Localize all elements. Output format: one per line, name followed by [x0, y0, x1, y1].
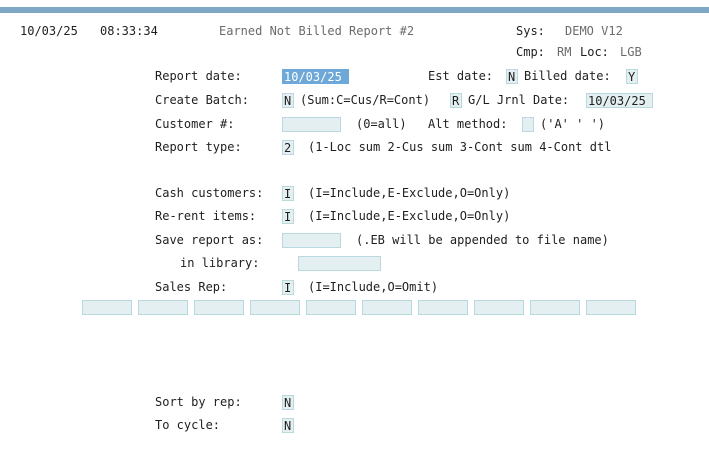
create-batch-hint: (Sum:C=Cus/R=Cont) [300, 93, 431, 107]
save-report-field[interactable] [282, 233, 341, 248]
rep-code-field[interactable] [474, 300, 524, 315]
sales-rep-field[interactable]: I [282, 280, 294, 295]
sales-rep-hint: (I=Include,O=Omit) [308, 280, 439, 294]
rep-code-field[interactable] [586, 300, 636, 315]
rep-code-field[interactable] [138, 300, 188, 315]
sys-value: DEMO V12 [565, 24, 623, 38]
customer-field[interactable] [282, 117, 341, 132]
create-batch-label: Create Batch: [155, 93, 249, 107]
cmp-value: RM [557, 45, 572, 59]
sum-code-field[interactable]: R [450, 93, 462, 108]
report-type-label: Report type: [155, 140, 242, 154]
est-date-field[interactable]: N [506, 69, 518, 84]
cash-customers-label: Cash customers: [155, 186, 264, 200]
save-report-hint: (.EB will be appended to file name) [356, 233, 609, 247]
loc-label: Loc: [580, 45, 609, 59]
cash-customers-hint: (I=Include,E-Exclude,O=Only) [308, 186, 511, 200]
report-date-field[interactable]: 10/03/25 [282, 69, 349, 84]
gl-jrnl-date-field[interactable]: 10/03/25 [586, 93, 653, 108]
rep-code-field[interactable] [418, 300, 468, 315]
header-time: 08:33:34 [100, 24, 158, 38]
rep-code-field[interactable] [530, 300, 580, 315]
rep-code-field[interactable] [250, 300, 300, 315]
rerent-items-label: Re-rent items: [155, 209, 257, 223]
gl-jrnl-date-label: G/L Jrnl Date: [468, 93, 570, 107]
rep-code-field[interactable] [194, 300, 244, 315]
report-title: Earned Not Billed Report #2 [219, 24, 415, 38]
to-cycle-label: To cycle: [155, 418, 221, 432]
sort-by-rep-label: Sort by rep: [155, 395, 242, 409]
sort-by-rep-field[interactable]: N [282, 395, 294, 410]
cmp-label: Cmp: [516, 45, 545, 59]
library-field[interactable] [298, 256, 381, 271]
alt-method-field[interactable] [522, 117, 534, 132]
header-date: 10/03/25 [20, 24, 78, 38]
customer-hint: (0=all) [356, 117, 407, 131]
window-top-bar [0, 7, 709, 13]
rep-code-field[interactable] [306, 300, 356, 315]
report-date-label: Report date: [155, 69, 242, 83]
library-label: in library: [180, 256, 260, 270]
report-type-field[interactable]: 2 [282, 140, 294, 155]
sales-rep-label: Sales Rep: [155, 280, 228, 294]
save-report-label: Save report as: [155, 233, 264, 247]
report-type-hint: (1-Loc sum 2-Cus sum 3-Cont sum 4-Cont d… [308, 140, 612, 154]
rep-code-field[interactable] [82, 300, 132, 315]
est-date-label: Est date: [428, 69, 494, 83]
rerent-items-field[interactable]: I [282, 209, 294, 224]
rerent-items-hint: (I=Include,E-Exclude,O=Only) [308, 209, 511, 223]
alt-method-hint: ('A' ' ') [540, 117, 606, 131]
sys-label: Sys: [516, 24, 545, 38]
customer-label: Customer #: [155, 117, 235, 131]
rep-code-field[interactable] [362, 300, 412, 315]
loc-value: LGB [620, 45, 642, 59]
create-batch-field[interactable]: N [282, 93, 294, 108]
billed-date-label: Billed date: [524, 69, 611, 83]
alt-method-label: Alt method: [428, 117, 508, 131]
cash-customers-field[interactable]: I [282, 186, 294, 201]
billed-date-field[interactable]: Y [626, 69, 638, 84]
to-cycle-field[interactable]: N [282, 418, 294, 433]
